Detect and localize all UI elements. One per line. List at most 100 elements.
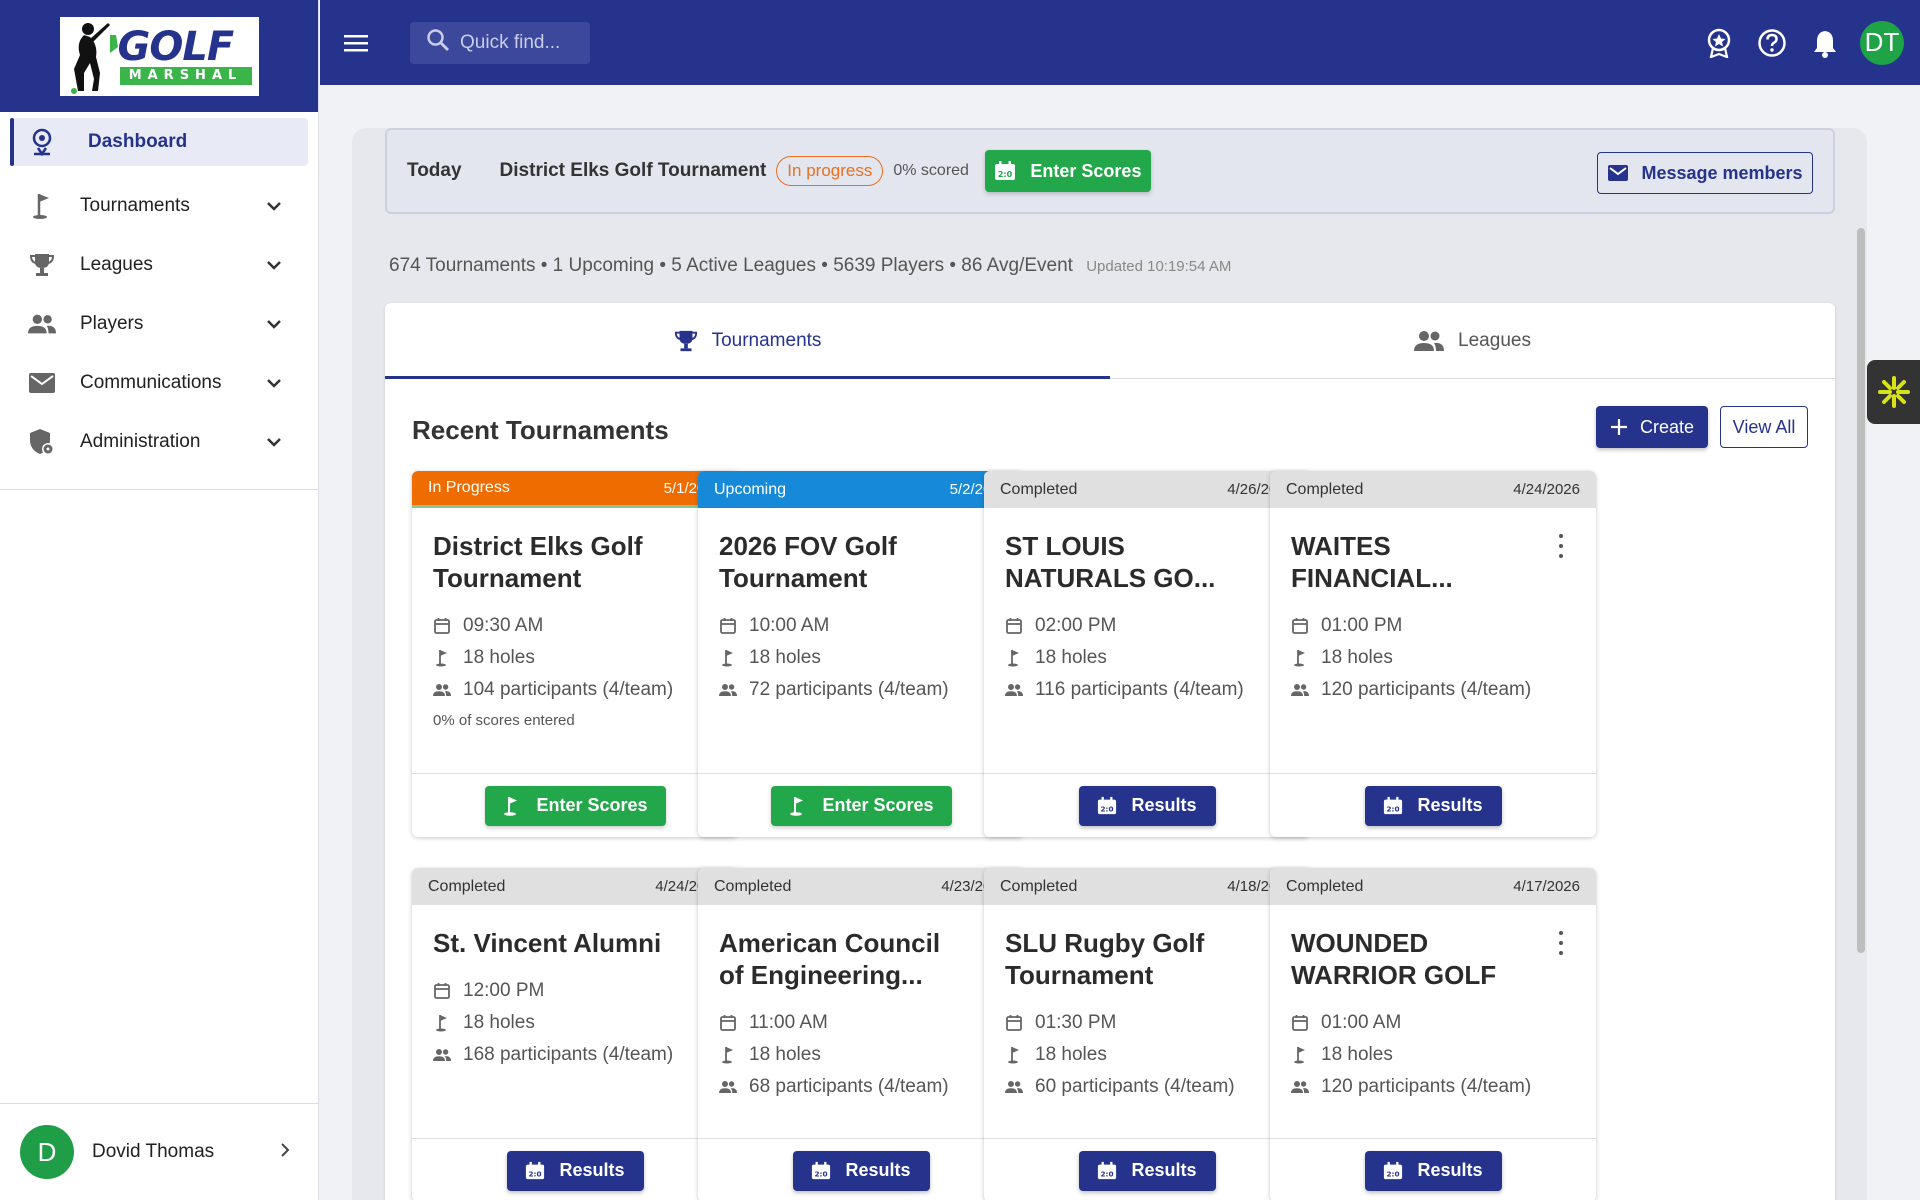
chevron-down-icon[interactable] (262, 253, 286, 277)
tournament-card[interactable]: Completed 4/24/2026 WAITES FINANCIAL... … (1270, 471, 1596, 837)
tab-bar: Tournaments Leagues (385, 303, 1835, 379)
scrollbar[interactable] (1857, 228, 1865, 953)
sidebar-item-players[interactable]: Players (0, 294, 318, 353)
today-event-name[interactable]: District Elks Golf Tournament (500, 160, 767, 182)
chevron-down-icon[interactable] (262, 371, 286, 395)
card-time: 01:30 PM (1005, 1007, 1290, 1039)
enter-scores-label: Enter Scores (1030, 160, 1142, 181)
sidebar-item-dashboard[interactable]: Dashboard (10, 118, 308, 166)
card-status-header: Completed 4/26/2026 (984, 471, 1310, 508)
sidebar-item-administration[interactable]: Administration (0, 412, 318, 471)
svg-text:2:0: 2:0 (1387, 1169, 1400, 1178)
results-button[interactable]: 2:0 Results (1364, 1150, 1502, 1191)
sidebar-item-tournaments[interactable]: Tournaments (0, 176, 318, 235)
calendar-icon (720, 1015, 736, 1031)
card-status-header: Completed 4/24/2026 (1270, 471, 1596, 508)
search-icon (426, 28, 450, 57)
card-title[interactable]: WAITES FINANCIAL... (1291, 530, 1531, 594)
golf-flag-icon (790, 796, 804, 816)
tournament-card[interactable]: Upcoming 5/2/2026 2026 FOV Golf Tourname… (698, 471, 1024, 837)
card-title[interactable]: St. Vincent Alumni (433, 927, 673, 959)
people-icon (719, 684, 737, 696)
sidebar-item-label: Communications (80, 371, 222, 393)
people-icon (719, 1081, 737, 1093)
more-vert-icon[interactable] (1556, 931, 1566, 955)
feedback-widget[interactable] (1867, 360, 1920, 424)
message-members-button[interactable]: Message members (1597, 152, 1813, 194)
enter-scores-button[interactable]: Enter Scores (484, 785, 666, 826)
card-title[interactable]: ST LOUIS NATURALS GO... (1005, 530, 1245, 594)
chevron-down-icon[interactable] (262, 312, 286, 336)
tab-tournaments[interactable]: Tournaments (385, 303, 1110, 379)
stats-summary: 674 Tournaments • 1 Upcoming • 5 Active … (389, 255, 1231, 277)
card-participants: 68 participants (4/team) (719, 1071, 1004, 1103)
card-title[interactable]: WOUNDED WARRIOR GOLF (1291, 927, 1531, 991)
results-button[interactable]: 2:0 Results (1078, 785, 1216, 826)
card-title[interactable]: American Council of Engineering... (719, 927, 959, 991)
card-status-header: In Progress 5/1/2026 (412, 471, 738, 508)
card-participants: 72 participants (4/team) (719, 674, 1004, 706)
trophy-icon (674, 330, 697, 351)
tab-leagues[interactable]: Leagues (1110, 303, 1835, 378)
card-time: 02:00 PM (1005, 610, 1290, 642)
view-all-button[interactable]: View All (1720, 406, 1808, 448)
logo-area: GOLF MARSHAL (0, 0, 318, 112)
golf-marshal-logo[interactable]: GOLF MARSHAL (59, 16, 259, 96)
card-holes: 18 holes (1005, 1039, 1290, 1071)
card-title[interactable]: District Elks Golf Tournament (433, 530, 673, 594)
tab-label: Leagues (1458, 329, 1531, 351)
golf-flag-icon (1294, 650, 1305, 667)
more-vert-icon[interactable] (1556, 534, 1566, 558)
recent-panel: Tournaments Leagues Recent Tournaments C… (385, 303, 1835, 1200)
tournament-card[interactable]: Completed 4/23/2026 American Council of … (698, 868, 1024, 1200)
search-input[interactable] (460, 31, 590, 54)
card-holes: 18 holes (1291, 642, 1576, 674)
sidebar-item-leagues[interactable]: Leagues (0, 235, 318, 294)
avatar: D (20, 1125, 74, 1179)
award-icon[interactable] (1699, 23, 1739, 63)
calendar-icon (1292, 1015, 1308, 1031)
card-status: Completed (428, 877, 506, 895)
card-time: 09:30 AM (433, 610, 718, 642)
chevron-down-icon[interactable] (262, 194, 286, 218)
trophy-icon (28, 251, 56, 279)
results-button[interactable]: 2:0 Results (1078, 1150, 1216, 1191)
sidebar-item-communications[interactable]: Communications (0, 353, 318, 412)
quick-find[interactable] (410, 21, 590, 64)
card-holes: 18 holes (433, 642, 718, 674)
card-title[interactable]: 2026 FOV Golf Tournament (719, 530, 959, 594)
plus-icon (1610, 419, 1627, 435)
menu-icon[interactable] (338, 25, 374, 61)
results-button[interactable]: 2:0 Results (506, 1150, 644, 1191)
bell-icon[interactable] (1805, 23, 1845, 63)
status-badge: In progress (776, 156, 884, 186)
results-button[interactable]: 2:0 Results (792, 1150, 930, 1191)
card-time: 12:00 PM (433, 975, 718, 1007)
user-profile-menu[interactable]: D Dovid Thomas (0, 1103, 318, 1200)
results-button[interactable]: 2:0 Results (1364, 785, 1502, 826)
tab-label: Tournaments (711, 329, 822, 351)
create-button[interactable]: Create (1596, 406, 1708, 448)
calendar-icon (434, 618, 450, 634)
card-title[interactable]: SLU Rugby Golf Tournament (1005, 927, 1245, 991)
tournament-card[interactable]: Completed 4/17/2026 WOUNDED WARRIOR GOLF… (1270, 868, 1596, 1200)
sidebar: GOLF MARSHAL Dashboard Tournaments Leagu… (0, 0, 319, 1200)
people-icon (1291, 684, 1309, 696)
section-title: Recent Tournaments (412, 415, 669, 445)
card-status: Completed (1000, 480, 1078, 498)
tournament-card[interactable]: Completed 4/24/2026 St. Vincent Alumni 1… (412, 868, 738, 1200)
enter-scores-button[interactable]: Enter Scores (770, 785, 952, 826)
calendar-icon (1292, 618, 1308, 634)
tournament-card[interactable]: In Progress 5/1/2026 District Elks Golf … (412, 471, 738, 837)
people-icon (1291, 1081, 1309, 1093)
user-avatar[interactable]: DT (1860, 20, 1904, 65)
enter-scores-button[interactable]: 2:0 Enter Scores (984, 150, 1151, 192)
sidebar-nav: Dashboard Tournaments Leagues Players Co… (0, 112, 318, 490)
card-time: 01:00 AM (1291, 1007, 1576, 1039)
chevron-down-icon[interactable] (262, 430, 286, 454)
dashboard-pin-icon (28, 128, 56, 156)
tournament-card[interactable]: Completed 4/18/2026 SLU Rugby Golf Tourn… (984, 868, 1310, 1200)
tournament-card[interactable]: Completed 4/26/2026 ST LOUIS NATURALS GO… (984, 471, 1310, 837)
help-icon[interactable] (1752, 23, 1792, 63)
people-icon (28, 310, 56, 338)
